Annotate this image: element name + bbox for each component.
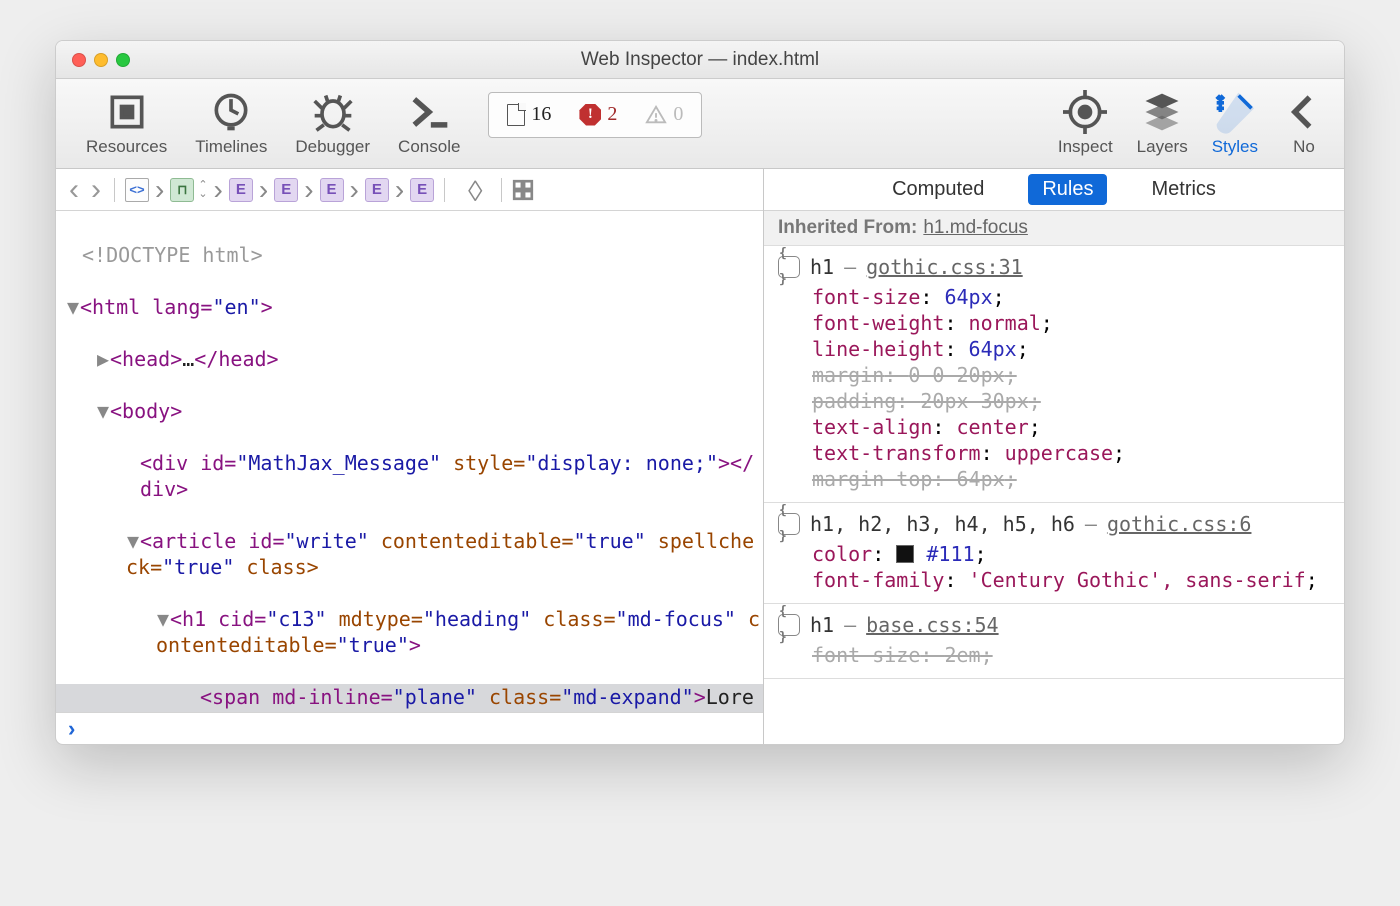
rule-selector[interactable]: h1, h2, h3, h4, h5, h6 — [810, 511, 1075, 537]
css-property[interactable]: text-transform: uppercase; — [778, 440, 1330, 466]
css-property[interactable]: margin-top: 64px; — [778, 466, 1330, 492]
rule-origin-icon: { } — [778, 256, 800, 278]
window-title: Web Inspector — index.html — [56, 49, 1344, 71]
styles-tab[interactable]: Styles — [1212, 90, 1258, 157]
console-label: Console — [398, 137, 460, 157]
close-window-icon[interactable] — [72, 53, 86, 67]
layers-tab[interactable]: Layers — [1137, 90, 1188, 157]
css-property[interactable]: font-size: 64px; — [778, 284, 1330, 310]
element-crumb-icon[interactable]: E — [274, 178, 298, 202]
warning-count[interactable]: 0 — [645, 103, 683, 126]
dom-tree[interactable]: <!DOCTYPE html> ▼<html lang="en"> ▶<head… — [56, 211, 763, 712]
overflow-button[interactable]: No — [1282, 90, 1326, 157]
styles-label: Styles — [1212, 137, 1258, 157]
rule-source-link[interactable]: base.css:54 — [866, 612, 998, 638]
css-property[interactable]: font-size: 2em; — [778, 642, 1330, 668]
tab-metrics[interactable]: Metrics — [1137, 174, 1229, 205]
nav-back-icon[interactable]: ‹ — [66, 173, 82, 207]
styles-tabs: Computed Rules Metrics — [764, 169, 1344, 211]
inherited-selector[interactable]: h1.md-focus — [923, 217, 1028, 239]
doc-icon[interactable]: <> — [125, 178, 149, 202]
debugger-tab[interactable]: Debugger — [295, 90, 370, 157]
tab-computed[interactable]: Computed — [878, 174, 998, 205]
resources-label: Resources — [86, 137, 167, 157]
element-crumb-icon[interactable]: E — [365, 178, 389, 202]
timelines-tab[interactable]: Timelines — [195, 90, 267, 157]
inspect-button[interactable]: Inspect — [1058, 90, 1113, 157]
rule-origin-icon: { } — [778, 513, 800, 535]
titlebar[interactable]: Web Inspector — index.html — [56, 41, 1344, 79]
styles-pane: Computed Rules Metrics Inherited From: h… — [764, 169, 1344, 744]
error-count[interactable]: ! 2 — [579, 103, 617, 126]
breadcrumb-bar: ‹ › <> › ⊓ ⌃⌄ › E › E › E › E › E 〈〉 — [56, 169, 763, 211]
status-box: 16 ! 2 0 — [488, 92, 702, 138]
rule-selector[interactable]: h1 — [810, 612, 834, 638]
inspector-window: Web Inspector — index.html Resources Tim… — [55, 40, 1345, 745]
css-property[interactable]: font-family: 'Century Gothic', sans-seri… — [778, 567, 1330, 593]
rule-origin-icon: { } — [778, 614, 800, 636]
window-controls — [72, 53, 130, 67]
minimize-window-icon[interactable] — [94, 53, 108, 67]
elements-pane: ‹ › <> › ⊓ ⌃⌄ › E › E › E › E › E 〈〉 — [56, 169, 764, 744]
timelines-label: Timelines — [195, 137, 267, 157]
rules-list: { }h1—gothic.css:31font-size: 64px;font-… — [764, 246, 1344, 744]
css-property[interactable]: margin: 0 0 20px; — [778, 362, 1330, 388]
nav-fwd-icon[interactable]: › — [88, 173, 104, 207]
error-icon: ! — [579, 104, 601, 126]
code-view-icon[interactable]: 〈〉 — [455, 174, 491, 206]
rule-selector[interactable]: h1 — [810, 254, 834, 280]
element-crumb-icon[interactable]: E — [410, 178, 434, 202]
toolbar: Resources Timelines Debugger Console 16 … — [56, 79, 1344, 169]
tab-rules[interactable]: Rules — [1028, 174, 1107, 205]
inherited-header: Inherited From: h1.md-focus — [764, 211, 1344, 246]
grid-view-icon[interactable] — [512, 179, 534, 201]
css-property[interactable]: line-height: 64px; — [778, 336, 1330, 362]
css-property[interactable]: color: #111; — [778, 541, 1330, 567]
debugger-label: Debugger — [295, 137, 370, 157]
page-icon — [507, 104, 525, 126]
layers-label: Layers — [1137, 137, 1188, 157]
dom-crumb-icon[interactable]: ⊓ — [170, 178, 194, 202]
css-property[interactable]: text-align: center; — [778, 414, 1330, 440]
rule-source-link[interactable]: gothic.css:31 — [866, 254, 1023, 280]
css-property[interactable]: font-weight: normal; — [778, 310, 1330, 336]
zoom-window-icon[interactable] — [116, 53, 130, 67]
console-drawer[interactable]: › — [56, 712, 763, 744]
resources-tab[interactable]: Resources — [86, 90, 167, 157]
log-count[interactable]: 16 — [507, 103, 551, 126]
console-prompt-icon: › — [68, 716, 75, 742]
rule-source-link[interactable]: gothic.css:6 — [1107, 511, 1252, 537]
inspect-label: Inspect — [1058, 137, 1113, 157]
css-property[interactable]: padding: 20px 30px; — [778, 388, 1330, 414]
next-label: No — [1293, 137, 1315, 157]
console-tab[interactable]: Console — [398, 90, 460, 157]
element-crumb-icon[interactable]: E — [229, 178, 253, 202]
element-crumb-icon[interactable]: E — [320, 178, 344, 202]
